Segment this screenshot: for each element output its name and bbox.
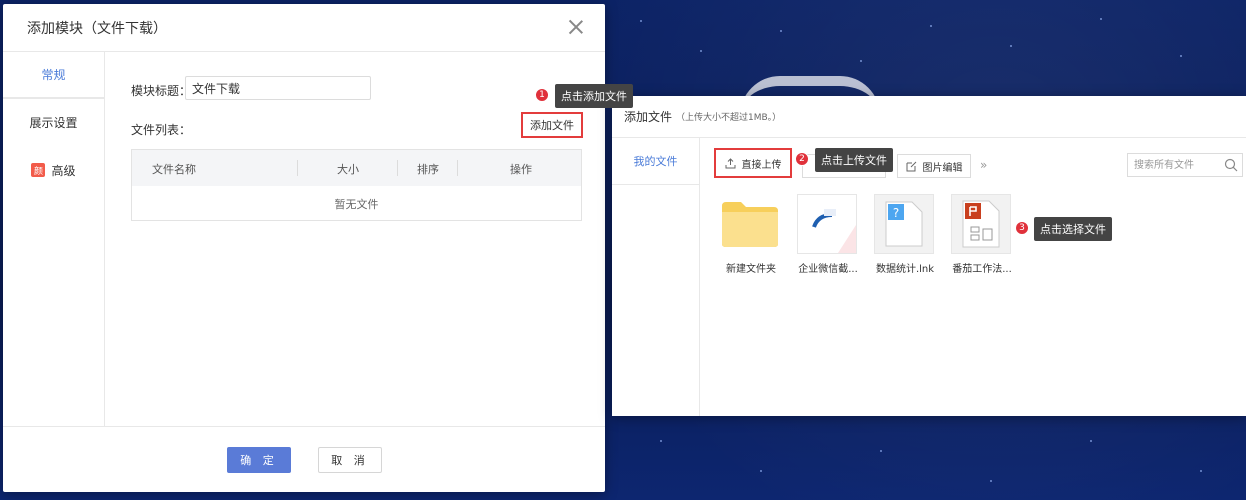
- file-name: 企业微信截...: [798, 264, 858, 275]
- file-item-folder[interactable]: 新建文件夹: [720, 194, 784, 275]
- add-file-dialog: 添加文件 （上传大小不超过1MB。） 我的文件 直接上传 图片编辑 » 搜索所有…: [612, 96, 1246, 416]
- add-file-button[interactable]: 添加文件: [521, 112, 583, 138]
- empty-state: 暂无文件: [132, 186, 581, 221]
- dialog-sidebar: 常规 展示设置 颜 高级: [3, 52, 105, 426]
- column-header-name: 文件名称: [152, 163, 196, 176]
- direct-upload-button[interactable]: 直接上传: [714, 148, 792, 178]
- cancel-button[interactable]: 取 消: [318, 447, 382, 473]
- column-divider: [457, 160, 458, 176]
- dialog-footer: 确 定 取 消: [3, 426, 605, 492]
- image-edit-label: 图片编辑: [922, 162, 963, 174]
- table-header: 文件名称 大小 排序 操作: [132, 150, 581, 186]
- confirm-button[interactable]: 确 定: [227, 447, 291, 473]
- advanced-icon: 颜: [31, 163, 46, 177]
- close-icon[interactable]: [567, 18, 585, 36]
- more-icon[interactable]: »: [980, 158, 987, 172]
- tab-label: 高级: [51, 163, 76, 178]
- image-thumbnail-icon: [797, 194, 857, 254]
- dialog-title: 添加模块（文件下载）: [27, 20, 167, 37]
- column-header-actions: 操作: [510, 163, 532, 176]
- step-badge-2: 2: [795, 152, 809, 166]
- file-name: 数据统计.lnk: [875, 264, 935, 275]
- dialog-title: 添加文件: [624, 110, 673, 124]
- column-header-order: 排序: [417, 163, 439, 176]
- file-sidebar: 我的文件: [612, 138, 700, 416]
- file-item-ppt[interactable]: 番茄工作法...: [951, 194, 1015, 275]
- column-divider: [297, 160, 298, 176]
- column-divider: [397, 160, 398, 176]
- column-header-size: 大小: [337, 163, 359, 176]
- file-table: 文件名称 大小 排序 操作 暂无文件: [131, 149, 582, 221]
- tab-advanced[interactable]: 颜 高级: [3, 146, 104, 194]
- svg-text:?: ?: [893, 206, 899, 220]
- sidebar-item-label: 我的文件: [633, 155, 678, 168]
- dialog-header: 添加文件 （上传大小不超过1MB。）: [612, 96, 1246, 138]
- empty-text: 暂无文件: [334, 197, 379, 211]
- tab-general[interactable]: 常规: [3, 52, 104, 98]
- tab-label: 常规: [41, 68, 66, 82]
- file-name: 新建文件夹: [726, 264, 776, 275]
- add-file-label: 添加文件: [530, 119, 574, 132]
- sidebar-item-my-files[interactable]: 我的文件: [612, 138, 699, 185]
- dialog-header: 添加模块（文件下载）: [3, 4, 605, 52]
- module-title-label: 模块标题：: [131, 84, 192, 98]
- step-badge-1: 1: [535, 88, 549, 102]
- module-title-input[interactable]: [185, 76, 371, 100]
- folder-icon: [720, 194, 780, 254]
- search-icon[interactable]: [1224, 158, 1238, 172]
- callout-upload-file: 点击上传文件: [815, 148, 893, 172]
- upload-icon: [725, 157, 735, 168]
- edit-icon: [906, 161, 916, 171]
- tab-label: 展示设置: [29, 116, 78, 130]
- callout-select-file: 点击选择文件: [1034, 217, 1112, 241]
- file-name: 番茄工作法...: [952, 264, 1012, 275]
- step-badge-3: 3: [1015, 221, 1029, 235]
- ppt-file-icon: [951, 194, 1011, 254]
- upload-label: 直接上传: [741, 159, 782, 171]
- file-item-lnk[interactable]: ? 数据统计.lnk: [874, 194, 938, 275]
- unknown-file-icon: ?: [874, 194, 934, 254]
- add-module-dialog: 添加模块（文件下载） 常规 展示设置 颜 高级 模块标题： 文件列表： 添加文件…: [3, 4, 605, 492]
- tab-display-settings[interactable]: 展示设置: [3, 98, 104, 146]
- file-item-image[interactable]: 企业微信截...: [797, 194, 861, 275]
- dialog-subtitle: （上传大小不超过1MB。）: [676, 113, 782, 123]
- file-list-label: 文件列表：: [131, 123, 192, 137]
- callout-add-file: 点击添加文件: [555, 84, 633, 108]
- image-edit-button[interactable]: 图片编辑: [897, 154, 971, 178]
